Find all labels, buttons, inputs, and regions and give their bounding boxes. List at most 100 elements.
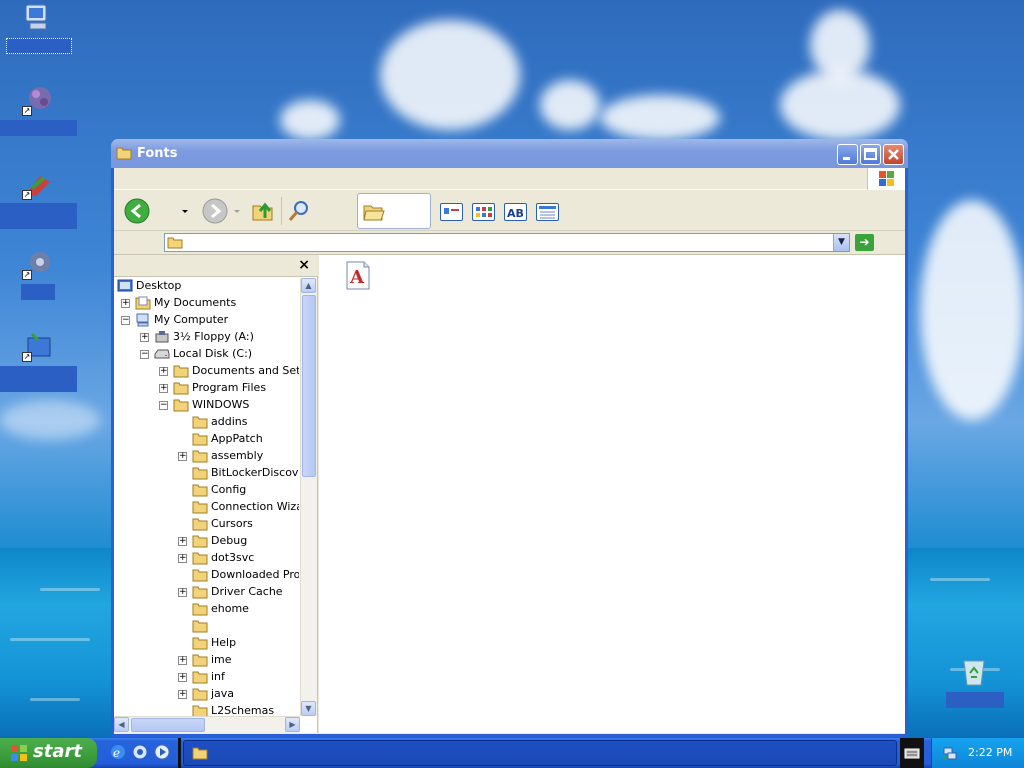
tree-item[interactable]: + Driver Cache <box>114 584 299 601</box>
settings-shortcut-desktop-icon[interactable]: ↗ <box>22 330 54 362</box>
tree-item-label: ehome <box>211 602 249 615</box>
fonts-window: Fonts AB ▼ ➔ × Desktop + My Documents − … <box>111 139 908 737</box>
horizontal-scrollbar[interactable]: ◀ ▶ <box>114 716 300 733</box>
tree-item-label: Program Files <box>192 381 267 394</box>
tree-item[interactable]: + Documents and Settir <box>114 363 299 380</box>
shortcut-arrow-icon: ↗ <box>22 190 32 200</box>
svg-text:A: A <box>349 267 365 288</box>
tree-item[interactable]: AppPatch <box>114 431 299 448</box>
media-player-icon[interactable] <box>154 744 170 760</box>
show-desktop-icon[interactable] <box>132 744 148 760</box>
go-button[interactable]: ➔ <box>855 234 874 251</box>
expand-icon[interactable]: + <box>178 656 187 665</box>
expand-icon[interactable]: + <box>178 452 187 461</box>
expand-icon[interactable]: + <box>178 690 187 699</box>
quick-launch: e <box>104 738 178 768</box>
tree-item[interactable]: Config <box>114 482 299 499</box>
tree-item[interactable]: addins <box>114 414 299 431</box>
tree-item[interactable]: BitLockerDiscover <box>114 465 299 482</box>
expand-icon[interactable]: + <box>178 588 187 597</box>
folders-button[interactable] <box>357 193 431 229</box>
folder-icon <box>192 653 208 667</box>
scroll-right-button[interactable]: ▶ <box>285 717 300 732</box>
tree-item[interactable]: − WINDOWS <box>114 397 299 414</box>
keyboard-icon[interactable] <box>900 738 924 768</box>
expand-icon[interactable]: + <box>159 384 168 393</box>
address-dropdown-chevron-down-icon[interactable]: ▼ <box>833 234 849 251</box>
collapse-icon[interactable]: − <box>140 350 149 359</box>
tree-item[interactable]: Connection Wizar <box>114 499 299 516</box>
folder-icon <box>192 500 208 514</box>
close-button[interactable] <box>883 144 904 165</box>
scroll-thumb[interactable] <box>302 295 316 477</box>
taskbar-button-fonts[interactable] <box>183 740 897 766</box>
tree-item[interactable]: Help <box>114 635 299 652</box>
expand-icon[interactable]: + <box>140 333 149 342</box>
media-shortcut-desktop-icon[interactable]: ↗ <box>22 248 54 280</box>
my-computer-desktop-icon[interactable] <box>22 2 54 34</box>
tree-item[interactable]: + assembly <box>114 448 299 465</box>
address-field[interactable]: ▼ <box>164 233 850 252</box>
scroll-down-button[interactable]: ▼ <box>301 701 316 716</box>
title-bar[interactable]: Fonts <box>111 139 908 168</box>
standard-toolbar: AB <box>114 191 905 231</box>
tree-item[interactable]: − My Computer <box>114 312 299 329</box>
scroll-left-button[interactable]: ◀ <box>114 717 129 732</box>
tree-item[interactable]: − Local Disk (C:) <box>114 346 299 363</box>
search-button[interactable] <box>286 198 312 224</box>
view-font-preview-button[interactable]: AB <box>504 203 527 221</box>
collapse-icon[interactable]: − <box>121 316 130 325</box>
up-folder-button[interactable] <box>250 198 276 224</box>
collapse-icon[interactable]: − <box>159 401 168 410</box>
window-title: Fonts <box>137 146 178 161</box>
expand-icon[interactable]: + <box>178 554 187 563</box>
scroll-thumb[interactable] <box>131 718 205 732</box>
tree-item-label: ime <box>211 653 232 666</box>
internet-explorer-icon[interactable]: e <box>110 744 126 760</box>
view-thumbnails-button[interactable] <box>440 203 463 221</box>
tree-item[interactable]: + Debug <box>114 533 299 550</box>
tree-item[interactable] <box>114 618 299 635</box>
expand-icon[interactable]: + <box>178 673 187 682</box>
network-desktop-icon[interactable]: ↗ <box>22 84 54 116</box>
forward-button[interactable] <box>202 198 228 224</box>
tree-item[interactable]: + inf <box>114 669 299 686</box>
tree-item[interactable]: +3½ Floppy (A:) <box>114 329 299 346</box>
close-folders-pane-button[interactable]: × <box>298 257 310 273</box>
tree-item[interactable]: Desktop <box>114 278 299 295</box>
tree-item[interactable]: Cursors <box>114 516 299 533</box>
tree-item[interactable]: L2Schemas <box>114 703 299 716</box>
recycle-bin-desktop-icon[interactable] <box>958 655 990 687</box>
scroll-up-button[interactable]: ▲ <box>301 278 316 293</box>
tree-item-label: inf <box>211 670 225 683</box>
minimize-button[interactable] <box>837 144 858 165</box>
view-details-button[interactable] <box>536 203 559 221</box>
tree-item[interactable]: + java <box>114 686 299 703</box>
start-button[interactable]: start <box>0 738 97 768</box>
toolbar-separator <box>281 197 282 225</box>
app-shortcut-desktop-icon[interactable]: ↗ <box>22 168 54 200</box>
desktop-icon-label <box>6 38 72 54</box>
tree-item[interactable]: + ime <box>114 652 299 669</box>
tree-item[interactable]: ehome <box>114 601 299 618</box>
tree-item-label: My Documents <box>154 296 237 309</box>
tree-item[interactable]: + My Documents <box>114 295 299 312</box>
desktop-icon-label <box>946 692 1004 708</box>
expand-icon[interactable]: + <box>178 537 187 546</box>
tree-item[interactable]: + Program Files <box>114 380 299 397</box>
folders-icon <box>362 202 386 225</box>
folder-icon <box>192 466 208 480</box>
view-icons-button[interactable] <box>472 203 495 221</box>
vertical-scrollbar[interactable]: ▲ ▼ <box>300 278 317 716</box>
network-tray-icon[interactable] <box>942 745 958 764</box>
folder-icon <box>192 704 208 716</box>
expand-icon[interactable]: + <box>159 367 168 376</box>
back-dropdown-chevron-down-icon[interactable] <box>180 198 190 224</box>
maximize-button[interactable] <box>860 144 881 165</box>
font-file-icon[interactable]: A <box>345 261 371 291</box>
folder-icon <box>192 568 208 582</box>
back-button[interactable] <box>124 198 150 224</box>
tree-item[interactable]: Downloaded Prog <box>114 567 299 584</box>
expand-icon[interactable]: + <box>121 299 130 308</box>
tree-item[interactable]: + dot3svc <box>114 550 299 567</box>
